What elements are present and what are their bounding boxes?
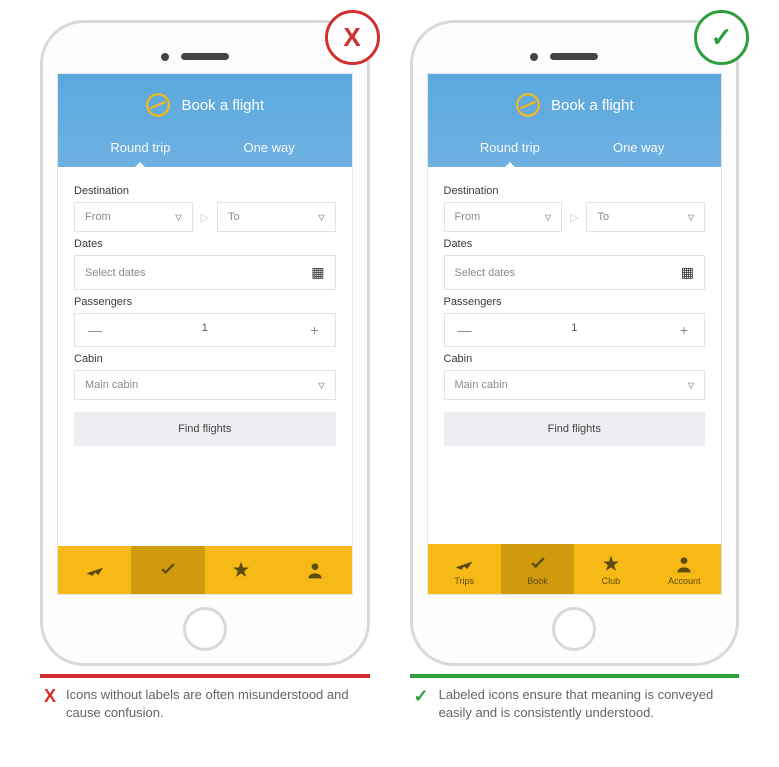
to-field[interactable]: To▽	[217, 202, 336, 232]
caption-good-text: Labeled icons ensure that meaning is con…	[439, 686, 735, 722]
from-field[interactable]: From▽	[444, 202, 563, 232]
plane-icon	[85, 560, 105, 580]
tab-round-trip[interactable]: Round trip	[446, 132, 575, 167]
from-field[interactable]: From▽	[74, 202, 193, 232]
calendar-icon: ▦	[681, 264, 694, 281]
decrement-button[interactable]: —	[75, 314, 115, 346]
star-icon	[231, 560, 251, 580]
caption-bad: X Icons without labels are often misunde…	[40, 686, 370, 722]
phone-camera	[530, 53, 538, 61]
plane-icon	[454, 554, 474, 574]
nav-trips[interactable]: Trips	[428, 544, 501, 594]
chevron-down-icon: ▽	[318, 213, 324, 222]
cabin-label: Cabin	[444, 353, 706, 365]
example-bad: X Book a flight Round trip One way Desti…	[40, 20, 370, 722]
check-icon	[528, 554, 548, 574]
page-title: Book a flight	[551, 97, 634, 114]
check-icon	[158, 560, 178, 580]
swap-icon[interactable]: ▷	[568, 211, 580, 224]
badge-bad: X	[325, 10, 380, 65]
increment-button[interactable]: +	[664, 314, 704, 346]
phone-speaker	[550, 53, 598, 60]
cabin-field[interactable]: Main cabin▽	[74, 370, 336, 400]
passengers-stepper: — 1 +	[74, 313, 336, 347]
tab-one-way[interactable]: One way	[574, 132, 703, 167]
nav-trips[interactable]	[58, 546, 131, 594]
tab-round-trip[interactable]: Round trip	[76, 132, 205, 167]
trip-type-tabs: Round trip One way	[58, 132, 352, 167]
badge-good: ✓	[694, 10, 749, 65]
tab-one-way[interactable]: One way	[205, 132, 334, 167]
destination-label: Destination	[444, 185, 706, 197]
phone-camera	[161, 53, 169, 61]
x-icon: X	[44, 687, 56, 705]
booking-form: Destination From▽ ▷ To▽ Dates Select dat…	[58, 167, 352, 546]
dates-field[interactable]: Select dates▦	[444, 255, 706, 290]
person-icon	[305, 560, 325, 580]
person-icon	[674, 554, 694, 574]
passengers-label: Passengers	[74, 296, 336, 308]
nav-label: Account	[668, 576, 701, 586]
swap-icon[interactable]: ▷	[199, 211, 211, 224]
cabin-label: Cabin	[74, 353, 336, 365]
app-header: Book a flight Round trip One way	[428, 74, 722, 167]
destination-label: Destination	[74, 185, 336, 197]
dates-label: Dates	[74, 238, 336, 250]
nav-book[interactable]: Book	[501, 544, 574, 594]
phone-frame: Book a flight Round trip One way Destina…	[40, 20, 370, 666]
screen: Book a flight Round trip One way Destina…	[427, 73, 723, 595]
example-good: ✓ Book a flight Round trip One way Desti…	[410, 20, 740, 722]
nav-account[interactable]: Account	[648, 544, 721, 594]
chevron-down-icon: ▽	[545, 213, 551, 222]
page-title: Book a flight	[181, 97, 264, 114]
cabin-field[interactable]: Main cabin▽	[444, 370, 706, 400]
app-logo-icon	[515, 92, 541, 118]
passengers-value: 1	[115, 314, 295, 346]
find-flights-button[interactable]: Find flights	[74, 412, 336, 446]
booking-form: Destination From▽ ▷ To▽ Dates Select dat…	[428, 167, 722, 544]
passengers-label: Passengers	[444, 296, 706, 308]
app-logo-icon	[145, 92, 171, 118]
nav-label: Trips	[454, 576, 474, 586]
passengers-value: 1	[485, 314, 665, 346]
caption-divider-good	[410, 674, 740, 678]
chevron-down-icon: ▽	[688, 381, 694, 390]
nav-club[interactable]	[205, 546, 278, 594]
calendar-icon: ▦	[311, 264, 324, 281]
caption-divider-bad	[40, 674, 370, 678]
passengers-stepper: — 1 +	[444, 313, 706, 347]
decrement-button[interactable]: —	[445, 314, 485, 346]
nav-label: Club	[602, 576, 621, 586]
dates-field[interactable]: Select dates▦	[74, 255, 336, 290]
screen: Book a flight Round trip One way Destina…	[57, 73, 353, 595]
bottom-nav	[58, 546, 352, 594]
dates-label: Dates	[444, 238, 706, 250]
home-button	[552, 607, 596, 651]
chevron-down-icon: ▽	[175, 213, 181, 222]
nav-label: Book	[527, 576, 548, 586]
nav-club[interactable]: Club	[574, 544, 647, 594]
home-button	[183, 607, 227, 651]
caption-good: ✓ Labeled icons ensure that meaning is c…	[410, 686, 740, 722]
bottom-nav: Trips Book Club Account	[428, 544, 722, 594]
app-header: Book a flight Round trip One way	[58, 74, 352, 167]
phone-frame: Book a flight Round trip One way Destina…	[410, 20, 740, 666]
find-flights-button[interactable]: Find flights	[444, 412, 706, 446]
chevron-down-icon: ▽	[688, 213, 694, 222]
nav-book[interactable]	[131, 546, 204, 594]
check-icon: ✓	[414, 687, 429, 705]
to-field[interactable]: To▽	[586, 202, 705, 232]
phone-speaker	[181, 53, 229, 60]
star-icon	[601, 554, 621, 574]
nav-account[interactable]	[278, 546, 351, 594]
trip-type-tabs: Round trip One way	[428, 132, 722, 167]
chevron-down-icon: ▽	[318, 381, 324, 390]
increment-button[interactable]: +	[295, 314, 335, 346]
caption-bad-text: Icons without labels are often misunders…	[66, 686, 365, 722]
